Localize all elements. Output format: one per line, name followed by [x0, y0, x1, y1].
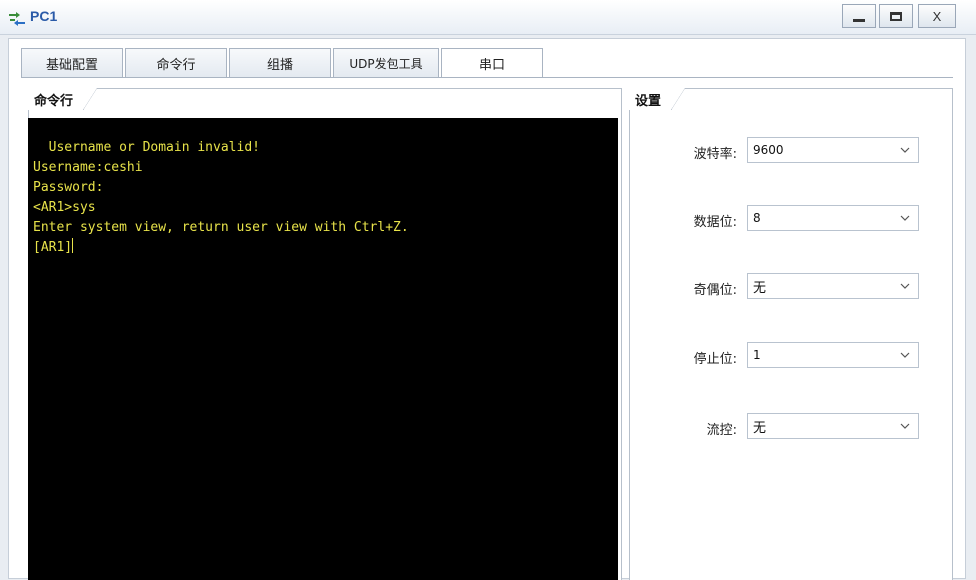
- baud-rate-value: 9600: [753, 143, 784, 157]
- flow-control-label: 流控:: [706, 423, 737, 438]
- tab-basic-config[interactable]: 基础配置: [21, 48, 123, 78]
- parity-value: 无: [753, 280, 767, 296]
- minimize-button[interactable]: [842, 4, 876, 28]
- baud-rate-select[interactable]: 9600: [747, 137, 919, 163]
- flow-control-value: 无: [753, 420, 767, 436]
- stop-bits-select[interactable]: 1: [747, 342, 919, 368]
- settings-group-label: 设置: [629, 88, 686, 110]
- parity-select[interactable]: 无: [747, 273, 919, 299]
- terminal-console[interactable]: Username or Domain invalid! Username:ces…: [28, 118, 618, 580]
- terminal-line: <AR1>sys: [33, 200, 96, 215]
- title-bar: PC1 X: [0, 0, 976, 35]
- command-line-group-label: 命令行: [28, 88, 98, 110]
- stop-bits-value: 1: [753, 348, 761, 362]
- chevron-down-icon: [900, 423, 910, 429]
- tab-divider: [21, 77, 953, 78]
- tab-multicast[interactable]: 组播: [229, 48, 331, 78]
- stop-bits-label: 停止位:: [693, 352, 737, 367]
- window-title: PC1: [30, 8, 58, 24]
- terminal-line: Enter system view, return user view with…: [33, 220, 409, 235]
- terminal-prompt: [AR1]: [33, 240, 73, 255]
- tab-udp-tool[interactable]: UDP发包工具: [333, 48, 439, 78]
- tab-command-line[interactable]: 命令行: [125, 48, 227, 78]
- main-panel: 基础配置 命令行 组播 UDP发包工具 串口 命令行 Username or D…: [8, 38, 966, 580]
- terminal-line: Password:: [33, 180, 104, 195]
- data-bits-label: 数据位:: [693, 215, 737, 230]
- network-app-icon: [9, 12, 25, 26]
- terminal-line: Username:ceshi: [33, 160, 143, 175]
- chevron-down-icon: [900, 352, 910, 358]
- tab-serial[interactable]: 串口: [441, 48, 543, 78]
- baud-rate-label: 波特率:: [693, 147, 737, 162]
- data-bits-value: 8: [753, 211, 761, 225]
- parity-label: 奇偶位:: [693, 283, 737, 298]
- terminal-line: Username or Domain invalid!: [33, 140, 260, 155]
- chevron-down-icon: [900, 283, 910, 289]
- chevron-down-icon: [900, 215, 910, 221]
- close-button[interactable]: X: [918, 4, 956, 28]
- data-bits-select[interactable]: 8: [747, 205, 919, 231]
- terminal-prompt-line: [AR1]: [33, 238, 74, 258]
- maximize-button[interactable]: [879, 4, 913, 28]
- maximize-icon: [890, 11, 902, 21]
- minimize-icon: [853, 18, 865, 22]
- flow-control-select[interactable]: 无: [747, 413, 919, 439]
- chevron-down-icon: [900, 147, 910, 153]
- close-icon: X: [932, 8, 942, 24]
- text-cursor: [72, 238, 74, 253]
